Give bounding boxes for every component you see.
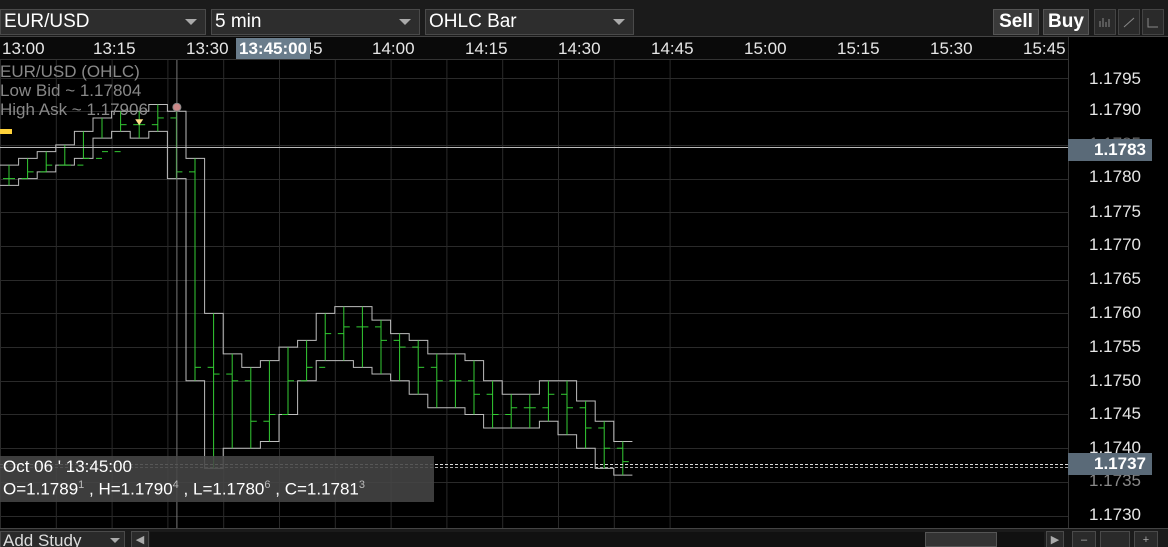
- time-tick-label: 14:15: [465, 39, 508, 58]
- ohlc-bar: [207, 313, 220, 469]
- crosshair-time-label: 13:45:00: [236, 38, 311, 59]
- ohlc-bar: [21, 158, 34, 180]
- info-high-sup: 4: [172, 479, 179, 491]
- bottom-bar: Add Study ◀ ▶ – +: [0, 528, 1168, 547]
- scroll-right-icon[interactable]: ▶: [1046, 531, 1064, 547]
- zoom-slider[interactable]: [1100, 531, 1130, 547]
- time-tick-label: 13:30: [186, 39, 229, 58]
- info-low-sup: 6: [264, 479, 271, 491]
- chevron-down-icon: [110, 538, 120, 543]
- ohlc-bar: [40, 151, 53, 173]
- ohlc-bar: [616, 441, 629, 476]
- chart-style-value: OHLC Bar: [429, 11, 517, 32]
- ohlc-bar: [3, 165, 15, 186]
- ohlc-bar: [263, 360, 276, 442]
- chart-toolbar: EUR/USD 5 min OHLC Bar Sell Buy: [0, 0, 1168, 37]
- chart-style-dropdown[interactable]: OHLC Bar: [425, 9, 634, 35]
- ohlc-bar: [356, 306, 369, 368]
- price-tick-label: 1.1795: [1089, 69, 1141, 88]
- info-close: C=1.1781: [284, 479, 359, 499]
- legend-high-ask: High Ask ~ 1.17906: [0, 100, 148, 119]
- time-tick-label: 14:00: [372, 39, 415, 58]
- zoom-tool-icon[interactable]: [1142, 9, 1164, 35]
- info-open-sup: 1: [78, 479, 85, 491]
- ohlc-bar: [226, 353, 239, 449]
- price-tick-label: 1.1770: [1089, 235, 1141, 254]
- ohlc-bar: [579, 401, 592, 449]
- ohlc-bar: [598, 421, 611, 469]
- info-ohlc: O=1.17891 , H=1.17904 , L=1.17806 , C=1.…: [3, 479, 366, 499]
- legend-swatch: [0, 129, 12, 134]
- chevron-down-icon: [185, 19, 197, 25]
- interval-value: 5 min: [215, 11, 262, 32]
- time-tick-label: 14:45: [651, 39, 694, 58]
- price-tick-label: 1.1750: [1089, 371, 1141, 390]
- last-price-tag: 1.1737: [1068, 453, 1152, 475]
- ohlc-bar: [393, 333, 406, 381]
- ohlc-bar: [319, 313, 332, 368]
- price-tick-label: 1.1765: [1089, 269, 1141, 288]
- price-tick-label: 1.1780: [1089, 167, 1141, 186]
- time-scrollbar-track[interactable]: [150, 532, 1044, 547]
- ohlc-bar: [412, 340, 425, 395]
- symbol-value: EUR/USD: [4, 11, 90, 32]
- bars-tool-icon[interactable]: [1094, 9, 1116, 35]
- ohlc-bar: [561, 380, 573, 435]
- chevron-down-icon: [399, 19, 411, 25]
- price-tick-label: 1.1755: [1089, 337, 1141, 356]
- info-low: L=1.1780: [192, 479, 265, 499]
- price-tick-label: 1.1760: [1089, 303, 1141, 322]
- ohlc-bar: [282, 347, 294, 415]
- current-price-tag: 1.1783: [1068, 139, 1152, 161]
- time-tick-label: 15:30: [930, 39, 973, 58]
- add-study-label: Add Study: [3, 531, 82, 547]
- time-tick-label: 15:15: [837, 39, 880, 58]
- ohlc-bar: [337, 306, 350, 361]
- legend-low-bid: Low Bid ~ 1.17804: [0, 81, 142, 100]
- symbol-dropdown[interactable]: EUR/USD: [0, 9, 206, 35]
- time-tick-label: 13:15: [93, 39, 136, 58]
- ohlc-bar: [151, 104, 164, 132]
- chart-legend: EUR/USD (OHLC) Low Bid ~ 1.17804 High As…: [0, 62, 148, 138]
- ohlc-bar: [449, 353, 462, 408]
- ohlc-bar: [468, 360, 480, 415]
- buy-button[interactable]: Buy: [1043, 9, 1089, 35]
- ohlc-bar: [430, 353, 443, 408]
- zoom-out-icon[interactable]: –: [1072, 531, 1096, 547]
- interval-dropdown[interactable]: 5 min: [211, 9, 420, 35]
- info-date: Oct 06 ' 13:45:00: [3, 457, 132, 476]
- chevron-down-icon: [613, 19, 625, 25]
- price-tick-label: 1.1790: [1089, 100, 1141, 119]
- sell-button[interactable]: Sell: [993, 9, 1039, 35]
- time-tick-label: 14:30: [558, 39, 601, 58]
- time-tick-label: 15:45: [1023, 39, 1066, 58]
- price-tick-label: 1.1745: [1089, 404, 1141, 423]
- crosshair-marker-icon: [172, 102, 182, 112]
- time-scrollbar-thumb[interactable]: [925, 532, 997, 547]
- time-axis: 13:00 13:15 13:30 13:45 14:00 14:15 14:3…: [0, 37, 1068, 60]
- crosshair-info-box: Oct 06 ' 13:45:00 O=1.17891 , H=1.17904 …: [0, 456, 434, 502]
- time-tick-label: 13:00: [2, 39, 45, 58]
- scroll-left-icon[interactable]: ◀: [131, 531, 149, 547]
- info-high: H=1.1790: [98, 479, 173, 499]
- high-envelope-line: [0, 103, 633, 442]
- ohlc-bar: [244, 367, 257, 449]
- info-open: O=1.1789: [3, 479, 79, 499]
- line-tool-icon[interactable]: [1118, 9, 1140, 35]
- time-tick-label: 15:00: [744, 39, 787, 58]
- ohlc-bar: [505, 394, 518, 428]
- low-envelope-line: [0, 130, 633, 476]
- ohlc-bar: [486, 380, 499, 428]
- add-study-dropdown[interactable]: Add Study: [0, 531, 125, 547]
- zoom-in-icon[interactable]: +: [1134, 531, 1158, 547]
- ohlc-bar: [300, 340, 313, 382]
- price-tick-label: 1.1730: [1089, 505, 1141, 524]
- legend-title: EUR/USD (OHLC): [0, 62, 140, 81]
- ohlc-bar: [523, 394, 536, 428]
- info-close-sup: 3: [358, 479, 366, 491]
- price-tick-label: 1.1775: [1089, 202, 1141, 221]
- ohlc-bar: [542, 380, 555, 422]
